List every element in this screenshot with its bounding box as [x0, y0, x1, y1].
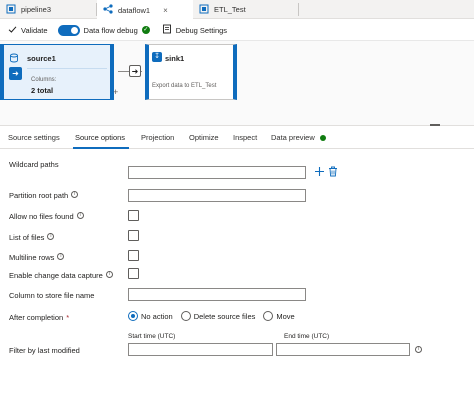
toggle-switch-icon[interactable] [57, 24, 80, 36]
label-text: List of files [9, 233, 45, 242]
sink-icon: ↧ [152, 52, 162, 62]
label-text: Enable change data capture [9, 271, 103, 280]
source-icon: ➜ [9, 67, 22, 80]
tab-optimize[interactable]: Optimize [189, 133, 219, 142]
active-tab-indicator [73, 147, 129, 149]
label-text: Multiline rows [9, 253, 55, 262]
change-data-capture-checkbox[interactable] [128, 268, 139, 279]
checkmark-icon [8, 25, 17, 36]
editor-tab-bar: pipeline3 dataflow1 × ETL_Test [0, 0, 474, 20]
tab-label: ETL_Test [214, 5, 246, 14]
status-ok-icon: ✓ [141, 26, 150, 34]
info-icon[interactable]: i [47, 233, 55, 240]
data-flow-debug-toggle[interactable]: Data flow debug ✓ [57, 24, 150, 36]
validate-label: Validate [21, 25, 48, 35]
radio-unselected-icon[interactable] [263, 311, 274, 321]
tab-inspect[interactable]: Inspect [233, 133, 257, 142]
multiline-rows-checkbox[interactable] [128, 250, 139, 261]
tab-projection[interactable]: Projection [141, 133, 174, 142]
tab-source-options[interactable]: Source options [75, 133, 125, 142]
debug-label: Data flow debug [83, 25, 138, 35]
wildcard-paths-input[interactable] [128, 166, 306, 179]
label-text: After completion [9, 313, 64, 322]
list-of-files-label: List of files i [9, 233, 55, 242]
status-dot-icon [319, 135, 326, 142]
source-node[interactable]: ➜ source1 Columns: 2 total [0, 44, 114, 100]
pipeline-icon [6, 4, 16, 16]
label-text: Allow no files found [9, 212, 74, 221]
tab-pipeline3[interactable]: pipeline3 [0, 0, 96, 19]
tab-divider [298, 3, 299, 16]
radio-selected-icon[interactable] [128, 311, 138, 321]
info-icon[interactable]: i [76, 212, 84, 219]
columns-label: Columns: [31, 77, 57, 83]
change-data-capture-label: Enable change data capture i [9, 271, 113, 280]
info-icon[interactable]: i [57, 253, 65, 260]
sink-description: Export data to ETL_Test [152, 83, 217, 89]
add-icon[interactable] [314, 166, 325, 179]
label-text: Partition root path [9, 191, 69, 200]
info-icon[interactable]: i [105, 271, 113, 278]
radio-delete-source-files[interactable]: Delete source files [180, 311, 256, 321]
sink-node[interactable]: ↧ sink1 Export data to ETL_Test [145, 44, 237, 100]
resize-handle[interactable] [430, 124, 440, 126]
dataflow-canvas[interactable]: ➜ source1 Columns: 2 total ➜ + ↧ sink1 E… [0, 40, 474, 126]
source-db-icon [9, 53, 19, 65]
after-completion-label: After completion * [9, 313, 69, 322]
tab-label: dataflow1 [118, 5, 151, 15]
radio-label: No action [141, 311, 173, 321]
allow-no-files-label: Allow no files found i [9, 212, 84, 221]
node-divider [27, 68, 107, 69]
radio-unselected-icon[interactable] [180, 311, 191, 321]
toolbar: Validate Data flow debug ✓ Debug Setting… [0, 20, 474, 40]
source-title: source1 [27, 54, 56, 63]
debug-settings-button[interactable]: Debug Settings [162, 24, 227, 36]
radio-no-action[interactable]: No action [128, 311, 173, 321]
dataflow-icon [103, 4, 113, 16]
list-of-files-checkbox[interactable] [128, 230, 139, 241]
columns-value: 2 total [31, 86, 54, 95]
partition-root-path-label: Partition root path i [9, 191, 79, 200]
required-marker: * [66, 313, 70, 322]
end-time-label: End time (UTC) [284, 333, 330, 340]
settings-tab-bar: Source settings Source options Projectio… [0, 127, 474, 149]
debug-settings-icon [162, 24, 172, 36]
validate-button[interactable]: Validate [8, 25, 48, 36]
tab-label: Data preview [271, 133, 315, 142]
tab-label: pipeline3 [21, 5, 52, 14]
allow-no-files-checkbox[interactable] [128, 210, 139, 221]
connector-arrow-icon: ➜ [129, 65, 141, 77]
start-time-label: Start time (UTC) [128, 333, 176, 340]
tab-dataflow1[interactable]: dataflow1 × [97, 0, 193, 20]
pipeline-icon [199, 4, 209, 16]
radio-label: Move [276, 311, 295, 321]
close-icon[interactable]: × [163, 6, 168, 15]
add-transform-plus-icon[interactable]: + [113, 87, 118, 97]
start-time-input[interactable] [128, 343, 273, 356]
debug-settings-label: Debug Settings [175, 25, 228, 35]
tab-source-settings[interactable]: Source settings [8, 133, 60, 142]
radio-label: Delete source files [193, 311, 256, 321]
column-to-store-input[interactable] [128, 288, 306, 301]
radio-move[interactable]: Move [263, 311, 295, 321]
wildcard-paths-label: Wildcard paths [9, 160, 59, 169]
column-to-store-label: Column to store file name [9, 291, 95, 300]
end-time-input[interactable] [276, 343, 410, 356]
sink-title: sink1 [165, 54, 185, 63]
tab-etl-test[interactable]: ETL_Test [193, 0, 298, 19]
filter-by-last-modified-label: Filter by last modified [9, 346, 80, 355]
delete-icon[interactable] [328, 166, 338, 179]
partition-root-path-input[interactable] [128, 189, 306, 202]
info-icon[interactable]: i [415, 346, 422, 353]
multiline-rows-label: Multiline rows i [9, 253, 65, 262]
after-completion-radio-group: No action Delete source files Move [128, 311, 303, 321]
tab-data-preview[interactable]: Data preview [271, 133, 326, 142]
info-icon[interactable]: i [71, 191, 79, 198]
